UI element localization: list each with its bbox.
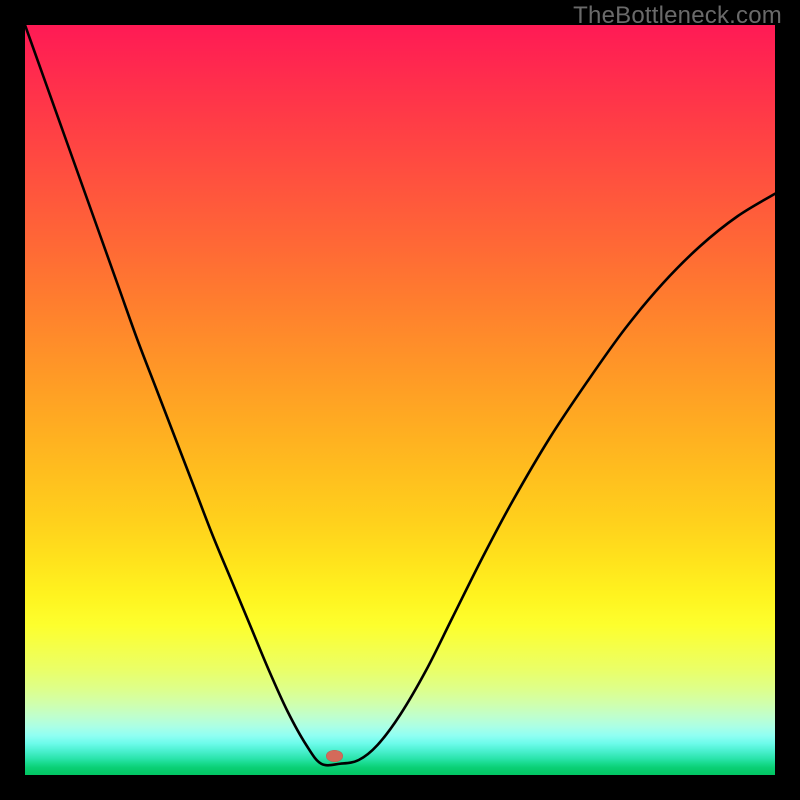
chart-frame: TheBottleneck.com (0, 0, 800, 800)
marker-dot (326, 750, 343, 762)
curve-svg (25, 25, 775, 775)
plot-area (25, 25, 775, 775)
bottleneck-curve (25, 25, 775, 765)
